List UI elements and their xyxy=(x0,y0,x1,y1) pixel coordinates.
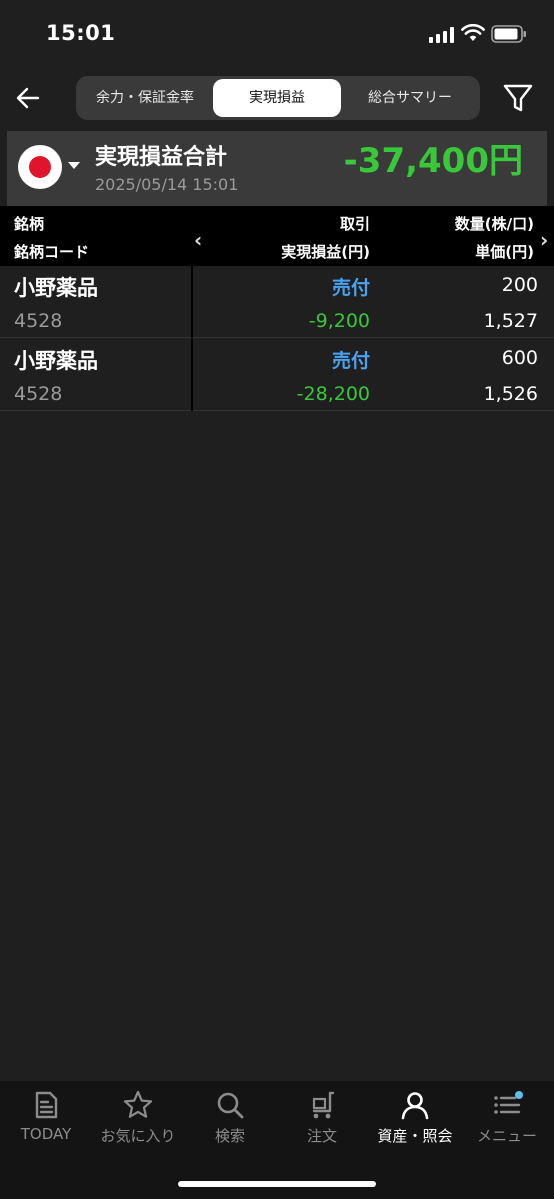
back-arrow-icon[interactable] xyxy=(12,82,44,114)
nav-today[interactable]: TODAY xyxy=(0,1089,92,1155)
header-name: 銘柄 xyxy=(14,215,45,233)
nav-order[interactable]: 注文 xyxy=(276,1089,368,1155)
quantity: 200 xyxy=(501,274,538,296)
nav-label: TODAY xyxy=(20,1125,72,1143)
header-qty: 数量(株/口) xyxy=(454,215,534,233)
summary-datetime: 2025/05/14 15:01 xyxy=(95,175,239,194)
stock-name: 小野薬品 xyxy=(14,349,98,373)
search-icon xyxy=(217,1092,244,1119)
stock-code: 4528 xyxy=(14,310,63,332)
tab-realized-pnl[interactable]: 実現損益 xyxy=(213,79,341,117)
news-icon xyxy=(35,1091,58,1119)
nav-search[interactable]: 検索 xyxy=(184,1089,276,1155)
cart-icon xyxy=(312,1091,335,1119)
table-header: 銘柄 銘柄コード ‹ 取引 実現損益(円) 数量(株/口) 単価(円) › xyxy=(0,206,554,266)
nav-label: 注文 xyxy=(306,1127,337,1145)
status-bar: 15:01 xyxy=(0,0,554,66)
nav-label: 資産・照会 xyxy=(377,1127,453,1145)
nav-assets[interactable]: 資産・照会 xyxy=(369,1089,461,1155)
battery-icon xyxy=(491,25,526,43)
header-price: 単価(円) xyxy=(475,243,534,261)
home-indicator xyxy=(178,1181,376,1187)
nav-label: 検索 xyxy=(214,1127,245,1145)
unit-price: 1,527 xyxy=(483,310,538,332)
header-pnl: 実現損益(円) xyxy=(281,243,370,261)
header-code: 銘柄コード xyxy=(14,243,90,261)
menu-list-icon xyxy=(494,1091,523,1114)
signal-icon xyxy=(429,27,454,43)
wifi-icon xyxy=(461,24,485,41)
status-time: 15:01 xyxy=(46,21,116,45)
unit-price: 1,526 xyxy=(483,383,538,405)
trade-type: 売付 xyxy=(331,277,370,299)
nav-label: お気に入り xyxy=(100,1127,176,1145)
chevron-right-icon[interactable]: › xyxy=(540,228,548,252)
header-trade: 取引 xyxy=(339,215,370,233)
header: 余力・保証金率 実現損益 総合サマリー xyxy=(0,66,554,130)
pnl-summary: 実現損益合計 2025/05/14 15:01 -37,400円 xyxy=(7,131,547,206)
summary-title: 実現損益合計 xyxy=(95,145,228,170)
stock-name: 小野薬品 xyxy=(14,276,98,300)
realized-pnl: -9,200 xyxy=(308,310,370,332)
tab-summary[interactable]: 総合サマリー xyxy=(344,79,476,117)
chevron-left-icon[interactable]: ‹ xyxy=(194,228,202,252)
summary-total: -37,400円 xyxy=(343,141,523,181)
nav-menu[interactable]: メニュー xyxy=(461,1089,553,1155)
person-icon xyxy=(401,1092,429,1120)
japan-flag-icon[interactable] xyxy=(18,145,62,189)
nav-favorites[interactable]: お気に入り xyxy=(92,1089,184,1155)
table-row[interactable]: 小野薬品 4528 売付 -9,200 200 1,527 xyxy=(0,266,554,338)
realized-pnl: -28,200 xyxy=(296,383,370,405)
tab-margin-rate[interactable]: 余力・保証金率 xyxy=(80,79,210,117)
star-icon xyxy=(123,1090,153,1118)
stock-code: 4528 xyxy=(14,383,63,405)
filter-icon[interactable] xyxy=(500,80,536,116)
segmented-tabs: 余力・保証金率 実現損益 総合サマリー xyxy=(76,76,480,120)
table-row[interactable]: 小野薬品 4528 売付 -28,200 600 1,526 xyxy=(0,339,554,411)
dropdown-caret-icon[interactable] xyxy=(68,162,80,169)
nav-label: メニュー xyxy=(476,1127,537,1145)
trade-type: 売付 xyxy=(331,350,370,372)
quantity: 600 xyxy=(501,347,538,369)
